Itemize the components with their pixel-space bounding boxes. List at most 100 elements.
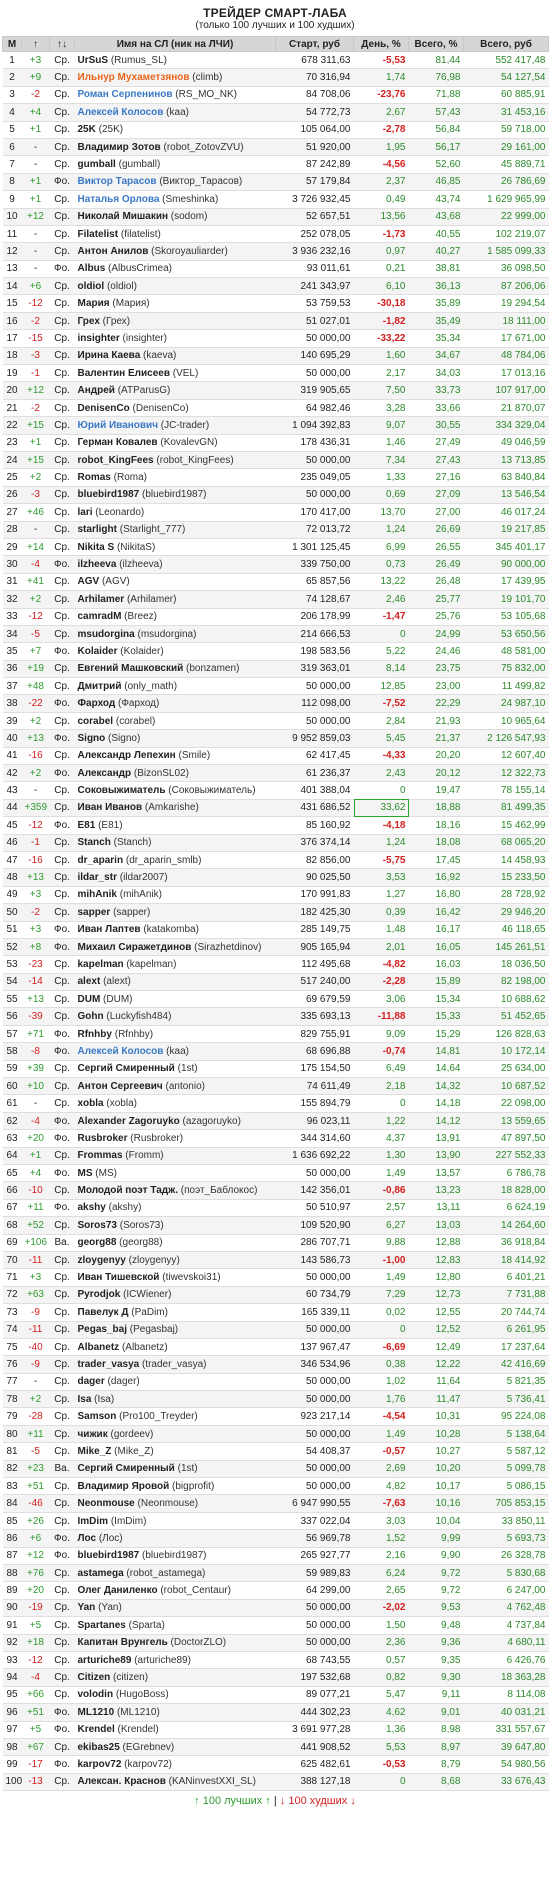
user-name-link[interactable]: karpov72: [78, 1759, 122, 1770]
user-name-link[interactable]: Spartanes: [78, 1620, 126, 1631]
user-name-link[interactable]: arturiche89: [78, 1655, 132, 1666]
user-name-link[interactable]: alext: [78, 976, 101, 987]
user-name-link[interactable]: akshy: [78, 1202, 106, 1213]
user-name-link[interactable]: Pegas_baj: [78, 1324, 127, 1335]
user-name-link[interactable]: robot_KingFees: [78, 455, 154, 466]
user-name-link[interactable]: Neonmouse: [78, 1498, 135, 1509]
user-name-link[interactable]: ilzheeva: [78, 559, 117, 570]
footer-best[interactable]: ↑ 100 лучших ↑: [194, 1795, 271, 1807]
user-name-link[interactable]: Антон Анилов: [78, 246, 149, 257]
user-name-link[interactable]: 25K: [78, 124, 96, 135]
user-name-link[interactable]: Mike_Z: [78, 1446, 112, 1457]
user-name-link[interactable]: Грех: [78, 316, 100, 327]
col-header-change[interactable]: ↑: [21, 36, 50, 52]
user-name-link[interactable]: Romas: [78, 472, 111, 483]
user-name-link[interactable]: DUM: [78, 994, 101, 1005]
user-name-link[interactable]: Alexander Zagoruyko: [78, 1116, 180, 1127]
user-name-link[interactable]: Krendel: [78, 1724, 115, 1735]
user-name-link[interactable]: georg88: [78, 1237, 117, 1248]
user-name-link[interactable]: ildar_str: [78, 872, 117, 883]
user-name-link[interactable]: trader_vasya: [78, 1359, 140, 1370]
user-name-link[interactable]: Samson: [78, 1411, 117, 1422]
user-name-link[interactable]: Сергий Смиренный: [78, 1063, 175, 1074]
user-name-link[interactable]: Алексей Колосов: [78, 107, 164, 118]
user-name-link[interactable]: Soros73: [78, 1220, 117, 1231]
user-name-link[interactable]: Signo: [78, 733, 106, 744]
user-name-link[interactable]: bluebird1987: [78, 489, 140, 500]
user-name-link[interactable]: Алексан. Краснов: [78, 1776, 166, 1787]
user-name-link[interactable]: Юрий Иванович: [78, 420, 159, 431]
user-name-link[interactable]: Александр: [78, 768, 132, 779]
user-name-link[interactable]: sapper: [78, 907, 111, 918]
user-name-link[interactable]: Rusbroker: [78, 1133, 128, 1144]
user-name-link[interactable]: Иван Тишевской: [78, 1272, 160, 1283]
col-header-total-pct[interactable]: Всего, %: [408, 36, 464, 52]
user-name-link[interactable]: MS: [78, 1168, 93, 1179]
user-name-link[interactable]: Владимир Яровой: [78, 1481, 170, 1492]
col-header-place[interactable]: М: [2, 36, 22, 52]
user-name-link[interactable]: DenisenCo: [78, 403, 130, 414]
user-name-link[interactable]: Мария: [78, 298, 110, 309]
user-name-link[interactable]: starlight: [78, 524, 117, 535]
user-name-link[interactable]: Наталья Орлова: [78, 194, 160, 205]
user-name-link[interactable]: Дмитрий: [78, 681, 122, 692]
user-name-link[interactable]: Иван Лаптев: [78, 924, 141, 935]
user-name-link[interactable]: E81: [78, 820, 96, 831]
user-name-link[interactable]: bluebird1987: [78, 1550, 140, 1561]
user-name-link[interactable]: Николай Мишакин: [78, 211, 169, 222]
user-name-link[interactable]: Pyrodjok: [78, 1289, 121, 1300]
user-name-link[interactable]: Евгений Машковский: [78, 663, 184, 674]
user-name-link[interactable]: Лос: [78, 1533, 97, 1544]
user-name-link[interactable]: Молодой поэт Тадж.: [78, 1185, 179, 1196]
user-name-link[interactable]: Arhilamer: [78, 594, 125, 605]
user-name-link[interactable]: Михаил Сиражетдинов: [78, 942, 192, 953]
user-name-link[interactable]: Citizen: [78, 1672, 111, 1683]
user-name-link[interactable]: insighter: [78, 333, 120, 344]
user-name-link[interactable]: Валентин Елисеев: [78, 368, 170, 379]
user-name-link[interactable]: Frommas: [78, 1150, 123, 1161]
user-name-link[interactable]: dager: [78, 1376, 105, 1387]
user-name-link[interactable]: Павелук Д: [78, 1307, 129, 1318]
user-name-link[interactable]: kapelman: [78, 959, 124, 970]
user-name-link[interactable]: чижик: [78, 1429, 108, 1440]
user-name-link[interactable]: Gohn: [78, 1011, 104, 1022]
user-name-link[interactable]: Герман Ковалев: [78, 437, 158, 448]
user-name-link[interactable]: oldiol: [78, 281, 105, 292]
user-name-link[interactable]: Алексей Колосов: [78, 1046, 164, 1057]
user-name-link[interactable]: Rfnhby: [78, 1029, 112, 1040]
user-name-link[interactable]: Albus: [78, 263, 106, 274]
user-name-link[interactable]: lari: [78, 507, 93, 518]
user-name-link[interactable]: Сергий Смиренный: [78, 1463, 175, 1474]
user-name-link[interactable]: Albanetz: [78, 1342, 120, 1353]
user-name-link[interactable]: volodin: [78, 1689, 114, 1700]
user-name-link[interactable]: Андрей: [78, 385, 115, 396]
user-name-link[interactable]: Антон Сергеевич: [78, 1081, 163, 1092]
user-name-link[interactable]: ML1210: [78, 1707, 115, 1718]
user-name-link[interactable]: corabel: [78, 716, 114, 727]
user-name-link[interactable]: Kolaider: [78, 646, 118, 657]
user-name-link[interactable]: Владимир Зотов: [78, 142, 161, 153]
user-name-link[interactable]: Ирина Каева: [78, 350, 141, 361]
user-name-link[interactable]: astamega: [78, 1568, 124, 1579]
user-name-link[interactable]: Олег Даниленко: [78, 1585, 158, 1596]
col-header-sort[interactable]: ↑↓: [49, 36, 75, 52]
user-name-link[interactable]: xobla: [78, 1098, 104, 1109]
col-header-name[interactable]: Имя на СЛ (ник на ЛЧИ): [74, 36, 276, 52]
user-name-link[interactable]: Isa: [78, 1394, 92, 1405]
user-name-link[interactable]: AGV: [78, 576, 100, 587]
user-name-link[interactable]: Александр Лепехин: [78, 750, 176, 761]
user-name-link[interactable]: zloygenyy: [78, 1255, 126, 1266]
col-header-day[interactable]: День, %: [353, 36, 409, 52]
user-name-link[interactable]: Виктор Тарасов: [78, 176, 157, 187]
footer-worst[interactable]: ↓ 100 худших ↓: [280, 1795, 356, 1807]
user-name-link[interactable]: msudorgina: [78, 629, 135, 640]
user-name-link[interactable]: Роман Серпенинов: [78, 89, 173, 100]
col-header-start[interactable]: Старт, руб: [275, 36, 354, 52]
user-name-link[interactable]: dr_aparin: [78, 855, 124, 866]
user-name-link[interactable]: gumball: [78, 159, 116, 170]
user-name-link[interactable]: Nikita S: [78, 542, 115, 553]
user-name-link[interactable]: camradM: [78, 611, 122, 622]
user-name-link[interactable]: mihAnik: [78, 889, 117, 900]
user-name-link[interactable]: Фарход: [78, 698, 116, 709]
col-header-total-rub[interactable]: Всего, руб: [463, 36, 549, 52]
